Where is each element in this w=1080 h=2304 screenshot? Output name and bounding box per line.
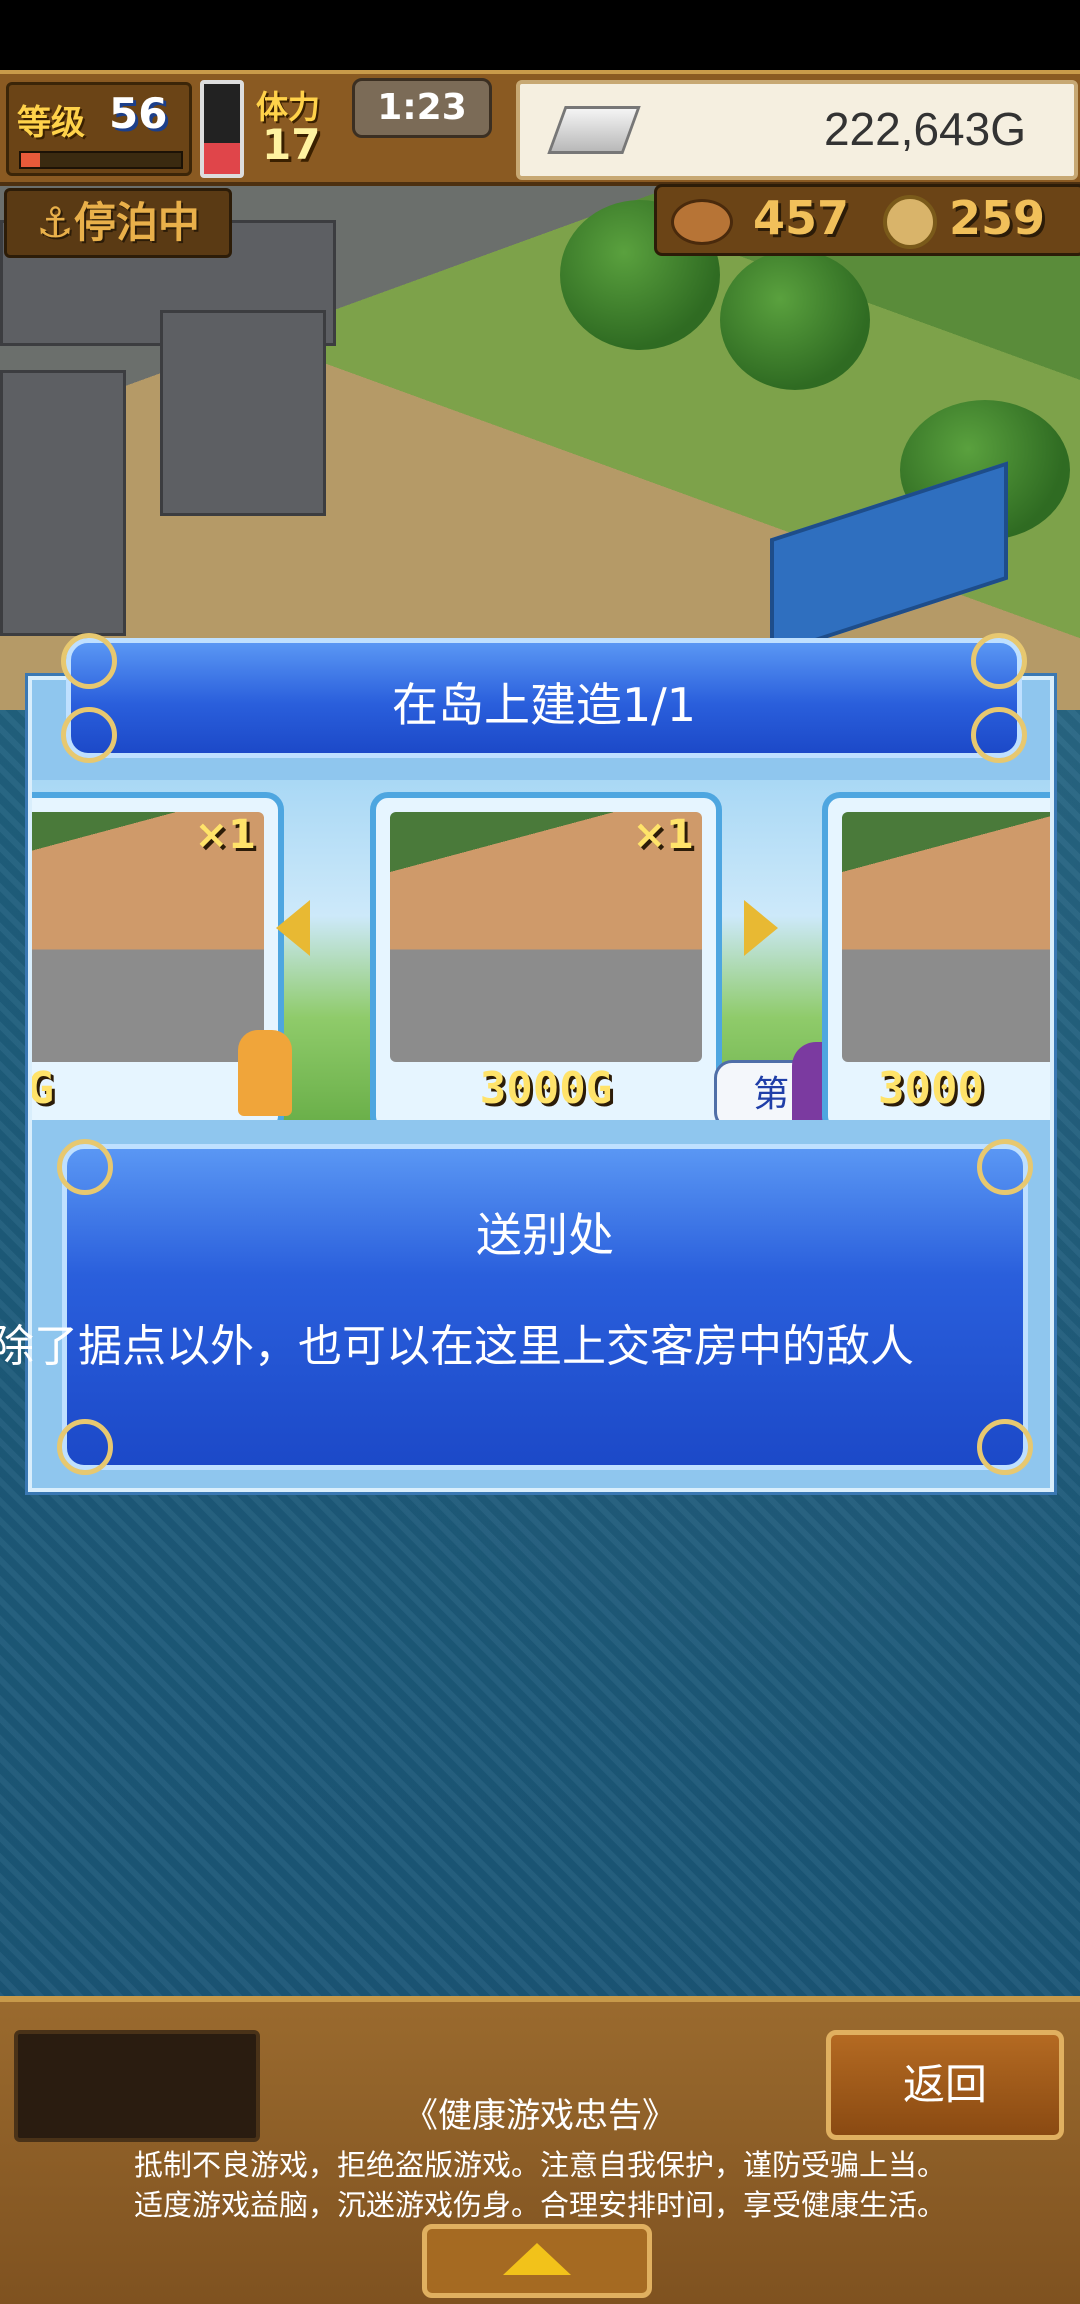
- gold-amount: 222,643G: [823, 103, 1026, 155]
- coin-count: 259: [949, 191, 1046, 245]
- building-image: [842, 812, 1050, 1062]
- wood-log-icon: [671, 199, 733, 245]
- triangle-up-icon: [503, 2243, 571, 2275]
- building-name: 送别处: [476, 1208, 614, 1262]
- level-value: 56: [109, 89, 168, 138]
- arrow-right-icon[interactable]: [744, 900, 778, 956]
- building-carousel[interactable]: ×1 000G ×1 3000G 第 1 件 3000: [32, 780, 1050, 1120]
- stamina-value: 17: [262, 120, 321, 169]
- card-price: 3000G: [479, 1063, 613, 1114]
- building-card-selected[interactable]: ×1 3000G: [370, 792, 722, 1120]
- silver-bar-icon: [547, 106, 641, 154]
- castle-wall-left: [0, 370, 126, 636]
- card-quantity: ×1: [632, 812, 694, 858]
- corner-ornament-icon: [977, 1139, 1033, 1195]
- dialog-title: 在岛上建造1/1: [391, 678, 697, 732]
- gold-panel[interactable]: 222,643G: [516, 80, 1078, 180]
- wood-count: 457: [753, 191, 850, 245]
- castle-tower: [160, 310, 326, 516]
- description-panel: 送别处: [57, 1139, 1033, 1475]
- stamina-gauge-fill: [204, 142, 240, 174]
- building-card-next[interactable]: 3000: [822, 792, 1050, 1120]
- card-quantity: ×1: [194, 812, 256, 858]
- health-notice-line: 抵制不良游戏，拒绝盗版游戏。注意自我保护，谨防受骗上当。: [133, 2148, 946, 2182]
- resource-panel: 457 259: [654, 184, 1080, 256]
- corner-ornament-icon: [977, 1419, 1033, 1475]
- stamina-timer: 1:23: [352, 78, 492, 138]
- stamina-gauge: [200, 80, 244, 178]
- building-description: 除了据点以外，也可以在这里上交客房中的敌人: [0, 1321, 914, 1372]
- expand-menu-button[interactable]: [422, 2224, 652, 2298]
- corner-ornament-icon: [57, 1419, 113, 1475]
- system-status-bar: [0, 0, 1080, 70]
- arrow-left-icon[interactable]: [276, 900, 310, 956]
- level-label: 等级: [17, 103, 85, 143]
- cat-character-sprite: [238, 1030, 292, 1116]
- coin-icon: [883, 195, 937, 249]
- health-notice-line: 适度游戏益脑，沉迷游戏伤身。合理安排时间，享受健康生活。: [133, 2188, 946, 2222]
- exp-bar: [19, 151, 183, 169]
- corner-ornament-icon: [57, 1139, 113, 1195]
- exp-bar-fill: [21, 153, 41, 167]
- tree: [720, 250, 870, 390]
- top-hud: 等级 56 体力 17 1:23 222,643G: [0, 70, 1080, 186]
- level-panel: 等级 56: [6, 82, 192, 176]
- anchored-status-badge: ⚓停泊中: [4, 188, 232, 258]
- card-price: 3000: [878, 1063, 984, 1114]
- dialog-title-banner: 在岛上建造1/1: [61, 633, 1027, 763]
- health-notice-title: 《健康游戏忠告》: [404, 2096, 676, 2136]
- bottom-panel: 返回 《健康游戏忠告》 抵制不良游戏，拒绝盗版游戏。注意自我保护，谨防受骗上当。…: [0, 1996, 1080, 2304]
